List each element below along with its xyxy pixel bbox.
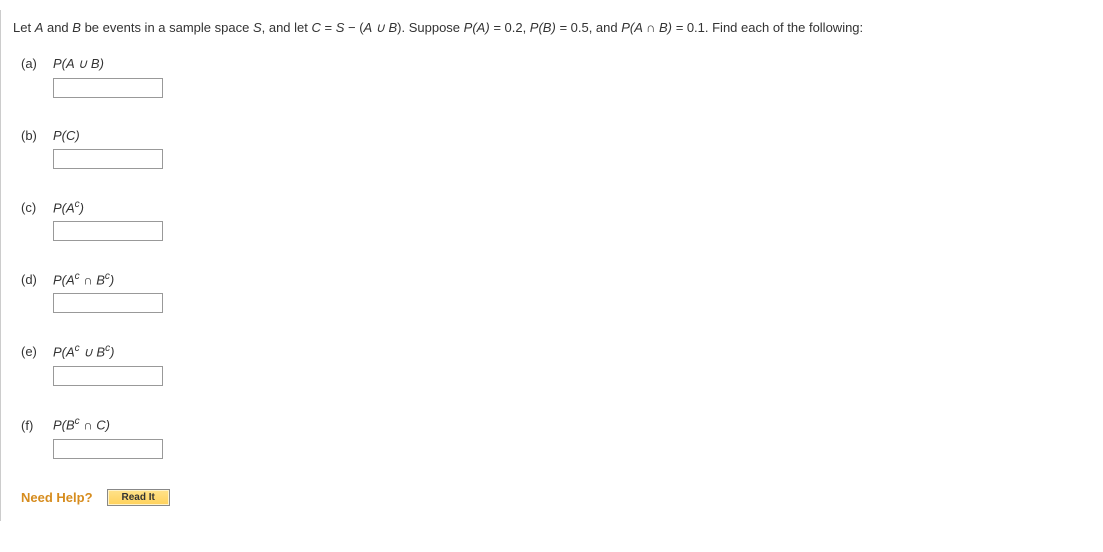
sep: , and: [589, 20, 622, 35]
stem-text: =: [321, 20, 336, 35]
part-c-input[interactable]: [53, 221, 163, 241]
p-anb: P(A ∩ B) =: [621, 20, 687, 35]
part-f-expr: P(Bc ∩ C): [53, 416, 110, 432]
stem-text: ). Suppose: [397, 20, 464, 35]
need-help-label: Need Help?: [21, 490, 93, 505]
part-e-input[interactable]: [53, 366, 163, 386]
stem-text: be events in a sample space: [81, 20, 253, 35]
part-b-expr: P(C): [53, 128, 80, 143]
part-a-label: (a): [21, 56, 43, 71]
var-S: S: [253, 20, 262, 35]
part-d-label: (d): [21, 272, 43, 287]
question-container: Let A and B be events in a sample space …: [0, 10, 1103, 521]
part-d-expr: P(Ac ∩ Bc): [53, 271, 114, 287]
p-anb-val: 0.1: [687, 20, 705, 35]
part-c-expr: P(Ac): [53, 199, 84, 215]
part-a-input[interactable]: [53, 78, 163, 98]
stem-text: − (: [344, 20, 363, 35]
stem-text: , and let: [262, 20, 312, 35]
stem-text: Let: [13, 20, 35, 35]
part-e: (e) P(Ac ∪ Bc): [21, 343, 1091, 386]
expr-aub: A ∪ B: [364, 20, 398, 35]
part-a-expr: P(A ∪ B): [53, 56, 104, 72]
stem-text: and: [43, 20, 72, 35]
part-a: (a) P(A ∪ B): [21, 56, 1091, 98]
sep: ,: [523, 20, 530, 35]
stem-tail: . Find each of the following:: [705, 20, 863, 35]
part-e-label: (e): [21, 344, 43, 359]
p-a-arg: (A) =: [472, 20, 504, 35]
part-c: (c) P(Ac): [21, 199, 1091, 241]
part-f-label: (f): [21, 418, 43, 433]
part-d: (d) P(Ac ∩ Bc): [21, 271, 1091, 313]
need-help-row: Need Help? Read It: [21, 489, 1091, 506]
part-b-label: (b): [21, 128, 43, 143]
part-b: (b) P(C): [21, 128, 1091, 169]
p-a-val: 0.2: [504, 20, 522, 35]
p-b-val: 0.5: [571, 20, 589, 35]
read-it-button[interactable]: Read It: [107, 489, 170, 506]
part-e-expr: P(Ac ∪ Bc): [53, 343, 114, 360]
part-b-input[interactable]: [53, 149, 163, 169]
var-C: C: [312, 20, 321, 35]
part-c-label: (c): [21, 200, 43, 215]
problem-stem: Let A and B be events in a sample space …: [13, 18, 1091, 38]
p-b: P(B) =: [530, 20, 571, 35]
var-B: B: [72, 20, 81, 35]
part-f-input[interactable]: [53, 439, 163, 459]
part-d-input[interactable]: [53, 293, 163, 313]
part-f: (f) P(Bc ∩ C): [21, 416, 1091, 458]
